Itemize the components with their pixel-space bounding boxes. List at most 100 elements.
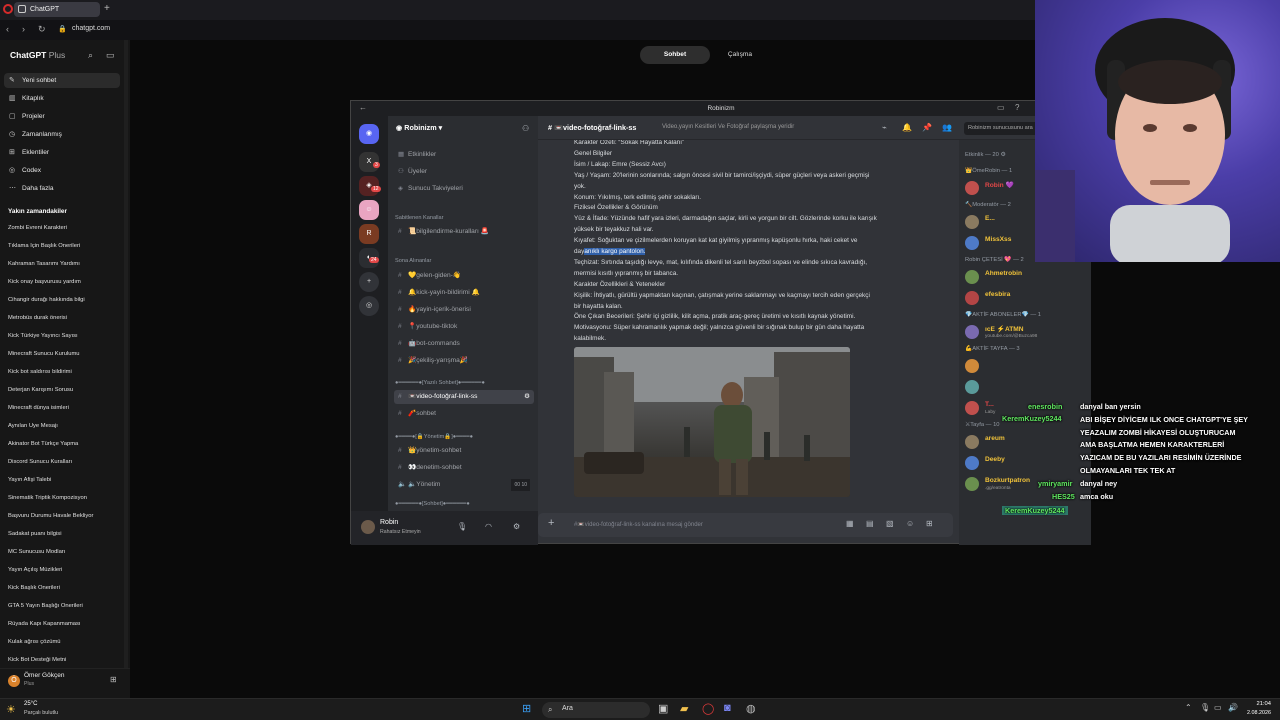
member-item[interactable]: [965, 377, 1089, 397]
recent-chat-item[interactable]: Kulak ağrısı çözümü: [8, 639, 123, 645]
recent-chat-item[interactable]: Cihangir durağı hakkında bilgi: [8, 297, 123, 303]
nav-item[interactable]: ◷ Zamanlanmış: [4, 127, 120, 142]
channel-category[interactable]: Sona Alınanlar: [395, 258, 431, 264]
recent-chat-item[interactable]: Sinematik Triptik Kompozisyon: [8, 495, 123, 501]
settings-gear-icon[interactable]: ⚙: [513, 522, 520, 531]
search-input[interactable]: Robinizm sunucusunu ara: [964, 122, 1044, 135]
nav-item[interactable]: ⊞ Eklentiler: [4, 145, 120, 160]
channel-category[interactable]: Sabitlenen Kanallar: [395, 215, 444, 221]
channel-top-item[interactable]: ▦ Etkinlikler: [394, 148, 534, 162]
recent-chat-item[interactable]: Sadakat puanı bilgisi: [8, 531, 123, 537]
recent-chat-item[interactable]: Discord Sunucu Kuralları: [8, 459, 123, 465]
channel-item[interactable]: # 🧨sohbet: [394, 407, 534, 421]
channel-category[interactable]: ●━━━━━━●[Yazılı Sohbet]●━━━━━━●: [395, 380, 485, 386]
recent-chat-item[interactable]: Deterjan Karışımı Sorusu: [8, 387, 123, 393]
explore-icon[interactable]: ◎: [359, 296, 379, 316]
user-profile[interactable]: Ö Ömer Gökçen Plus ⊞: [0, 668, 130, 698]
attach-plus-icon[interactable]: +: [548, 517, 554, 529]
server-icon-robinizm[interactable]: R: [359, 224, 379, 244]
recent-chat-item[interactable]: Yayın Afişi Talebi: [8, 477, 123, 483]
recent-chat-item[interactable]: Aynılan Üye Mesajı: [8, 423, 123, 429]
brand-title[interactable]: ChatGPT Plus: [10, 50, 65, 60]
channel-item[interactable]: # 👀denetim-sohbet: [394, 461, 534, 475]
channel-item[interactable]: # 👑yönetim-sohbet: [394, 444, 534, 458]
posted-image[interactable]: [574, 347, 850, 497]
channel-top-item[interactable]: ⚇ Üyeler: [394, 165, 534, 179]
opera-icon[interactable]: ◯: [702, 702, 714, 715]
member-item[interactable]: efesbira: [965, 288, 1089, 308]
reload-button[interactable]: ↻: [38, 24, 46, 35]
url-field[interactable]: chatgpt.com: [72, 25, 110, 32]
nav-item[interactable]: ▢ Projeler: [4, 109, 120, 124]
gif-icon[interactable]: ▤: [866, 519, 874, 528]
nav-item[interactable]: ◎ Codex: [4, 163, 120, 178]
headphones-icon[interactable]: ◠: [485, 522, 492, 531]
clock-date[interactable]: 2.08.2026: [1243, 710, 1271, 716]
recent-chat-item[interactable]: Rüyada Kapı Kapanmaması: [8, 621, 123, 627]
channel-item[interactable]: # 🎉çekiliş-yarışma🎉: [394, 354, 534, 368]
recent-chat-item[interactable]: Kick onay başvurusu yardım: [8, 279, 123, 285]
search-icon[interactable]: ⌕: [88, 50, 93, 61]
mic-icon[interactable]: 🎙: [1200, 703, 1210, 712]
recent-chat-item[interactable]: Minecraft dünya isimleri: [8, 405, 123, 411]
channel-category[interactable]: ●━━━━●[🔒Yönetim🔒]●━━━━●: [395, 434, 473, 440]
channel-category[interactable]: ●━━━━━━●[Sohbet]●━━━━━━●: [395, 501, 470, 507]
member-item[interactable]: ıcE ⚡ATMN youtube.com/@Buzca98: [965, 322, 1089, 342]
pin-icon[interactable]: 📌: [922, 123, 932, 132]
members-icon[interactable]: 👥: [942, 123, 952, 132]
apps-icon[interactable]: ⊞: [926, 519, 933, 528]
recent-chat-item[interactable]: Kick Türkiye Yayıncı Sayısı: [8, 333, 123, 339]
tab-sohbet[interactable]: Sohbet: [640, 46, 710, 64]
add-member-icon[interactable]: ⚇: [522, 124, 529, 133]
windows-start-icon[interactable]: ⊞: [522, 702, 531, 715]
recent-chat-item[interactable]: GTA 5 Yayın Başlığı Önerileri: [8, 603, 123, 609]
threads-icon[interactable]: ⌁: [882, 123, 887, 132]
channel-item[interactable]: # 🤖bot-commands: [394, 337, 534, 351]
help-icon[interactable]: ?: [1015, 103, 1019, 112]
emoji-icon[interactable]: ☺: [906, 519, 914, 528]
server-icon[interactable]: ☺: [359, 200, 379, 220]
recent-chat-item[interactable]: Başvuru Durumu Havale Bekliyor: [8, 513, 123, 519]
recent-chat-item[interactable]: Metrobüs durak önerisi: [8, 315, 123, 321]
avatar[interactable]: [361, 520, 375, 534]
nav-item[interactable]: ✎ Yeni sohbet: [4, 73, 120, 88]
back-button[interactable]: ‹: [6, 24, 9, 34]
member-item[interactable]: areum: [965, 432, 1089, 452]
discord-home-icon[interactable]: ◉: [359, 124, 379, 144]
tab-calisma[interactable]: Çalışma: [710, 46, 770, 64]
task-view-icon[interactable]: ▣: [658, 702, 668, 715]
taskbar-search[interactable]: Ara: [542, 702, 650, 718]
server-name[interactable]: ◉ Robinizm ▾: [396, 123, 442, 132]
recent-chat-item[interactable]: Kick Bot Desteği Metni: [8, 657, 123, 663]
recent-chat-item[interactable]: Yayın Açılış Müzikleri: [8, 567, 123, 573]
recent-chat-item[interactable]: Akinator Bot Türkçe Yapma: [8, 441, 123, 447]
add-server-icon[interactable]: +: [359, 272, 379, 292]
recent-chat-item[interactable]: Kahraman Tasarımı Yardımı: [8, 261, 123, 267]
forward-button[interactable]: ›: [22, 24, 25, 34]
opera-logo-icon[interactable]: [3, 4, 13, 14]
channel-top-item[interactable]: ◈ Sunucu Takviyeleri: [394, 182, 534, 196]
member-item[interactable]: [965, 356, 1089, 376]
member-item[interactable]: Ahmetrobin: [965, 267, 1089, 287]
recent-chat-item[interactable]: Kick bot saldırısı bildirimi: [8, 369, 123, 375]
channel-settings-icon[interactable]: ⚙: [524, 390, 530, 404]
bell-icon[interactable]: 🔔: [902, 123, 912, 132]
new-tab-button[interactable]: +: [104, 3, 110, 14]
recent-chat-item[interactable]: Zombi Evreni Karakteri: [8, 225, 123, 231]
gift-icon[interactable]: ⊞: [110, 675, 117, 684]
clock-time[interactable]: 21:04: [1243, 701, 1271, 707]
channel-item[interactable]: # 📍youtube-tiktok: [394, 320, 534, 334]
file-explorer-icon[interactable]: ▰: [680, 702, 688, 715]
channel-item[interactable]: 🔈 🔈Yönetim 00 10: [394, 478, 534, 492]
sidebar-toggle-icon[interactable]: ▭: [106, 50, 115, 61]
nav-item[interactable]: ⋯ Daha fazla: [4, 181, 120, 196]
recent-chat-item[interactable]: Tıklama İçin Başlık Önerileri: [8, 243, 123, 249]
member-item[interactable]: Deeby: [965, 453, 1089, 473]
channel-item[interactable]: # 💛gelen-giden-👋: [394, 269, 534, 283]
gift-icon[interactable]: ▦: [846, 519, 854, 528]
recent-chat-item[interactable]: Minecraft Sunucu Kurulumu: [8, 351, 123, 357]
channel-item[interactable]: # 📼video-fotoğraf-link-ss ⚙: [394, 390, 534, 404]
recent-chat-item[interactable]: MC Sunucusu Modları: [8, 549, 123, 555]
message-input[interactable]: + #📼video-fotoğraf-link-ss kanalına mesa…: [538, 513, 953, 537]
channel-topic[interactable]: Video,yayın Kesitleri Ve Fotoğraf paylaş…: [662, 124, 794, 130]
